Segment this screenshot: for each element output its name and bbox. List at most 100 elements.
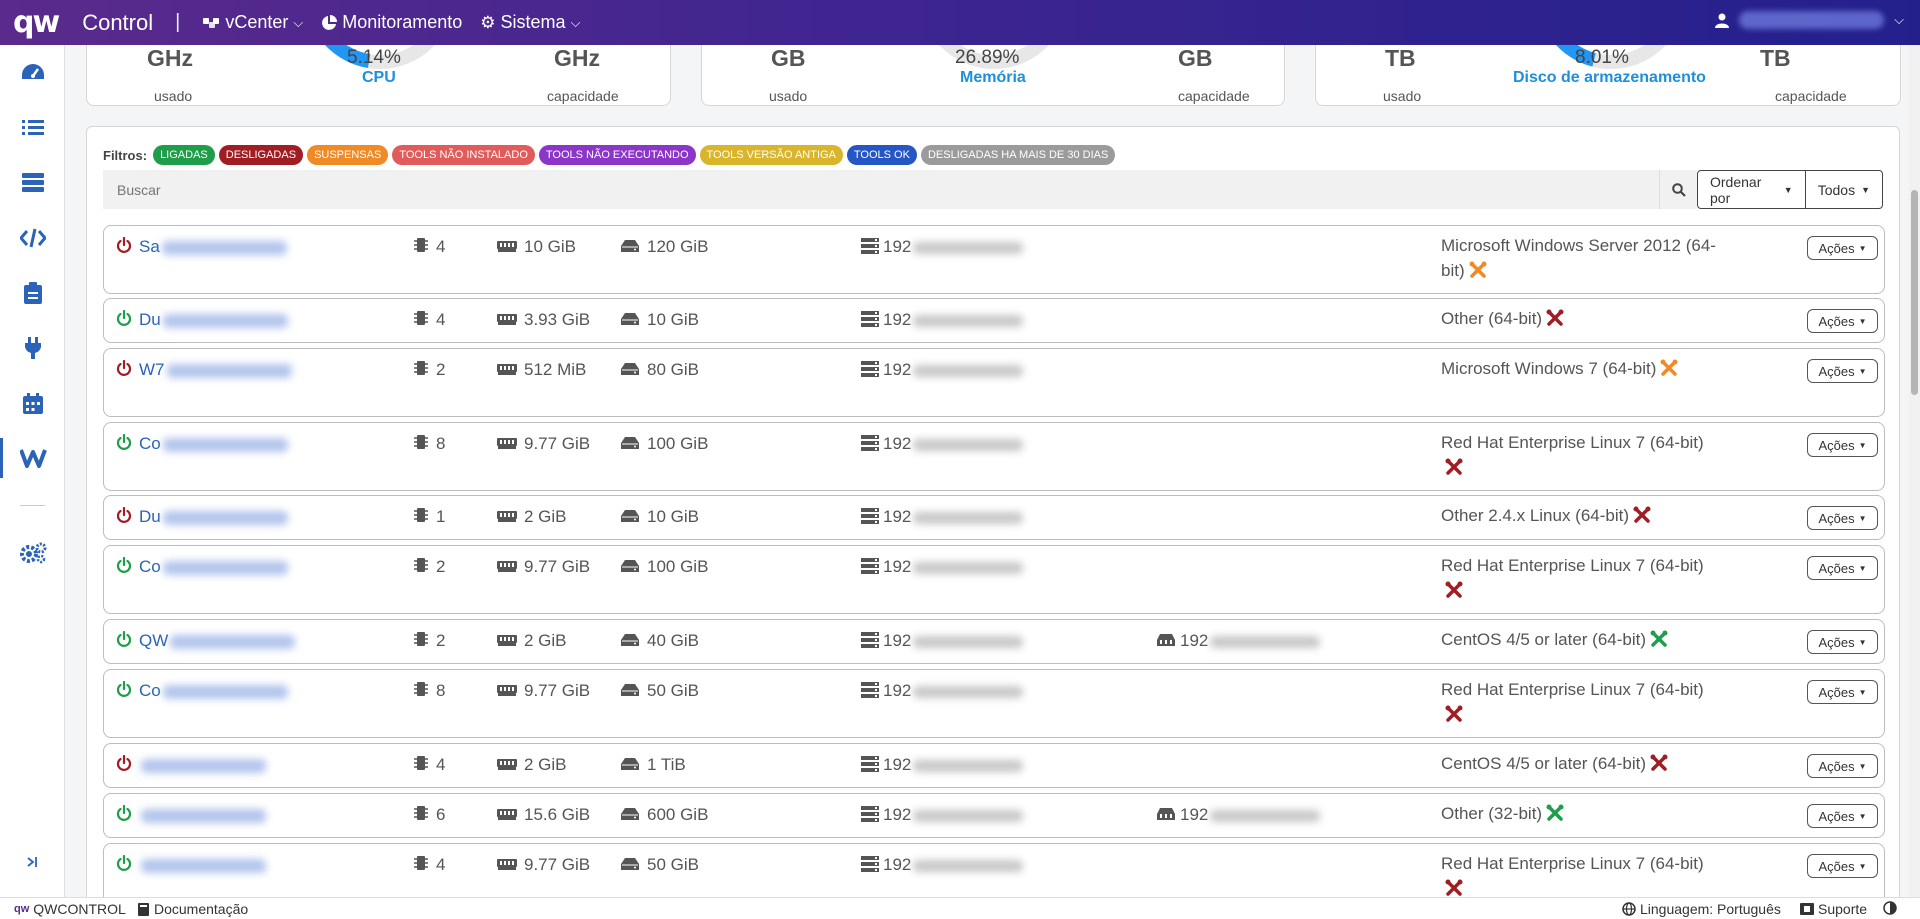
vm-name-link[interactable]: W7	[139, 360, 292, 380]
cpu-used-label: usado	[154, 88, 193, 104]
list-icon[interactable]	[0, 108, 65, 148]
server-icon	[861, 558, 879, 574]
vm-name-link[interactable]	[139, 855, 266, 875]
filter-chip[interactable]: LIGADAS	[153, 145, 215, 165]
menu-monitoramento[interactable]: Monitoramento	[321, 12, 462, 33]
vm-ip: 192	[883, 557, 1024, 577]
storage-used-label: usado	[1383, 88, 1422, 104]
vm-memory: 9.77 GiB	[524, 557, 591, 576]
app-title[interactable]: Control	[82, 10, 153, 36]
power-icon	[116, 557, 132, 573]
actions-dropdown[interactable]: Ações ▼	[1807, 804, 1878, 828]
all-dropdown[interactable]: Todos ▼	[1805, 170, 1883, 209]
filter-chip[interactable]: DESLIGADAS HA MAIS DE 30 DIAS	[920, 145, 1116, 165]
search-input[interactable]	[103, 170, 1659, 209]
actions-dropdown[interactable]: Ações ▼	[1807, 854, 1878, 878]
actions-dropdown[interactable]: Ações ▼	[1807, 359, 1878, 383]
tools-old-icon	[1660, 359, 1678, 376]
vm-ip: 192	[883, 681, 1024, 701]
collapse-icon[interactable]	[26, 855, 38, 873]
memory-icon	[497, 859, 517, 870]
clipboard-icon[interactable]	[0, 273, 65, 313]
actions-dropdown[interactable]: Ações ▼	[1807, 556, 1878, 580]
vmware-icon[interactable]	[0, 438, 65, 478]
vm-disk: 10 GiB	[647, 507, 699, 526]
app-logo[interactable]: qw	[13, 5, 60, 40]
vm-name-redacted	[162, 684, 288, 699]
vm-name-link[interactable]: Sa	[139, 237, 287, 257]
calendar-icon[interactable]	[0, 383, 65, 423]
dashboard-icon[interactable]	[0, 53, 65, 93]
filter-chip[interactable]: TOOLS VERSÃO ANTIGA	[699, 145, 843, 165]
menu-vcenter-label: vCenter	[225, 12, 289, 32]
footer-language-label: Linguagem: Português	[1640, 901, 1781, 917]
footer-support-link[interactable]: Suporte	[1800, 901, 1867, 917]
vm-memory: 512 MiB	[524, 360, 587, 379]
caret-down-icon: ▼	[1858, 366, 1867, 376]
vm-disk: 100 GiB	[647, 434, 709, 453]
vm-cpu-count: 4	[436, 310, 446, 329]
vm-row: Co 8 9.77 GiB 50 GiB 192 Red Hat Enterprise L…	[103, 669, 1885, 738]
vm-name-link[interactable]	[139, 805, 266, 825]
page-scrollbar-track[interactable]	[1909, 45, 1920, 897]
actions-dropdown[interactable]: Ações ▼	[1807, 630, 1878, 654]
vm-row: Co 8 9.77 GiB 100 GiB 192 Red Hat Enterprise …	[103, 422, 1885, 491]
chevron-down-icon: ⌵	[1894, 12, 1904, 27]
user-menu[interactable]: ⌵	[1715, 11, 1904, 29]
cpu-percent: 5.14%	[347, 47, 401, 68]
page-scrollbar-thumb[interactable]	[1911, 190, 1918, 395]
server-icon	[861, 238, 879, 254]
server-icon	[861, 361, 879, 377]
disk-icon	[621, 560, 639, 572]
storage-percent: 8.01%	[1575, 47, 1629, 68]
disk-icon	[621, 363, 639, 375]
menu-sistema[interactable]: ⚙ Sistema ⌵	[480, 12, 580, 33]
filter-chip[interactable]: TOOLS OK	[846, 145, 917, 165]
vm-ip: 192	[883, 755, 1024, 775]
tools-not-running-icon	[1633, 506, 1651, 523]
vm-name-link[interactable]: QW	[139, 631, 296, 651]
footer-language[interactable]: Linguagem: Português	[1622, 901, 1781, 917]
vm-name-link[interactable]	[139, 755, 266, 775]
filter-chip[interactable]: SUSPENSAS	[307, 145, 389, 165]
filter-chip[interactable]: TOOLS NÃO EXECUTANDO	[538, 145, 696, 165]
filter-chip[interactable]: TOOLS NÃO INSTALADO	[392, 145, 535, 165]
actions-dropdown[interactable]: Ações ▼	[1807, 506, 1878, 530]
footer-docs-link[interactable]: Documentação	[138, 901, 248, 917]
actions-dropdown[interactable]: Ações ▼	[1807, 754, 1878, 778]
filter-chip[interactable]: DESLIGADAS	[218, 145, 304, 165]
vm-memory: 2 GiB	[524, 507, 567, 526]
search-button[interactable]	[1659, 170, 1697, 209]
theme-toggle[interactable]	[1883, 901, 1897, 915]
caret-down-icon: ▼	[1858, 563, 1867, 573]
footer-brand[interactable]: qw QWCONTROL	[14, 901, 126, 917]
actions-dropdown[interactable]: Ações ▼	[1807, 309, 1878, 333]
order-by-dropdown[interactable]: Ordenar por ▼	[1697, 170, 1806, 209]
vm-name-link[interactable]: Co	[139, 557, 288, 577]
menu-vcenter[interactable]: vCenter ⌵	[202, 12, 303, 33]
settings-icon[interactable]	[0, 533, 65, 573]
disk-icon	[621, 240, 639, 252]
menu-monitoramento-label: Monitoramento	[342, 12, 463, 32]
vm-cpu-count: 8	[436, 434, 446, 453]
actions-dropdown[interactable]: Ações ▼	[1807, 680, 1878, 704]
vm-ip: 192	[883, 360, 1024, 380]
disk-icon	[621, 313, 639, 325]
vm-name-link[interactable]: Du	[139, 310, 288, 330]
vm-name-link[interactable]: Du	[139, 507, 288, 527]
vm-disk: 50 GiB	[647, 681, 699, 700]
cpu-icon	[414, 435, 428, 449]
power-icon	[116, 755, 132, 771]
vm-name-link[interactable]: Co	[139, 434, 288, 454]
plug-icon[interactable]	[0, 328, 65, 368]
actions-dropdown[interactable]: Ações ▼	[1807, 433, 1878, 457]
caret-down-icon: ▼	[1858, 316, 1867, 326]
code-icon[interactable]	[0, 218, 65, 258]
actions-dropdown[interactable]: Ações ▼	[1807, 236, 1878, 260]
server-icon[interactable]	[0, 163, 65, 203]
vm-name-redacted	[141, 858, 266, 873]
tools-ok-icon	[1650, 630, 1668, 647]
memory-capacity-label: capacidade	[1178, 88, 1250, 104]
vm-name-link[interactable]: Co	[139, 681, 288, 701]
vm-disk: 120 GiB	[647, 237, 709, 256]
